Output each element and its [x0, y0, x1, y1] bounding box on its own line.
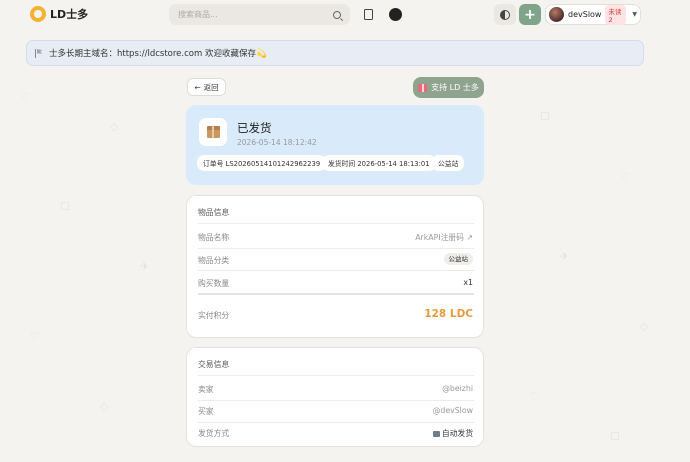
trade-info-card: 交易信息 卖家 @beizhi 买家 @devSlow 发货方式 自动发货: [186, 347, 484, 447]
order-number-chip: 订单号 LS20260514101242962239: [197, 155, 327, 171]
item-info-card: 物品信息 物品名称 ArkAPI注册码 ↗ 物品分类 公益站 购买数量 x1 实…: [186, 195, 484, 338]
arrow-left-icon: ←: [194, 82, 201, 92]
category-chip: 公益站: [432, 155, 465, 171]
support-label: 支持 LD 士多: [431, 83, 479, 92]
theme-toggle-button[interactable]: [494, 4, 516, 25]
divider: [198, 223, 474, 224]
status-time: 2026-05-14 18:12:42: [237, 138, 317, 147]
flag-icon: [35, 48, 44, 58]
seller-link[interactable]: @beizhi: [442, 384, 473, 393]
unread-badge: 未读 2: [605, 4, 627, 25]
plus-icon: +: [524, 6, 536, 23]
search-input[interactable]: 搜索商品...: [169, 4, 350, 25]
divider: [198, 270, 474, 271]
robot-icon: [432, 430, 440, 437]
github-button[interactable]: [384, 4, 406, 25]
docs-button[interactable]: [357, 4, 379, 25]
status-title: 已发货: [237, 121, 272, 135]
document-icon: [363, 9, 373, 20]
top-navigation: LD士多 搜索商品... + devSlow 未读 2 ▼: [0, 0, 690, 30]
divider: [198, 422, 474, 423]
banner-text: 士多长期主域名：https://ldcstore.com 欢迎收藏保存💫: [49, 49, 267, 59]
package-icon: [206, 126, 220, 138]
item-category-value: 公益站: [443, 253, 473, 265]
add-button[interactable]: +: [519, 4, 541, 25]
quantity-value: x1: [463, 278, 473, 287]
divider: [198, 400, 474, 401]
paid-points-value: 128 LDC: [424, 308, 473, 320]
back-button[interactable]: ← 返回: [187, 78, 226, 96]
brand-name: LD士多: [50, 8, 89, 21]
trade-info-title: 交易信息: [198, 360, 230, 369]
user-name: devSlow: [568, 10, 602, 19]
item-name-label: 物品名称: [198, 233, 230, 242]
announcement-banner: 士多长期主域名：https://ldcstore.com 欢迎收藏保存💫: [26, 40, 644, 66]
user-menu[interactable]: devSlow 未读 2 ▼: [545, 4, 641, 25]
brand-logo-icon: [30, 6, 46, 22]
item-info-title: 物品信息: [198, 208, 230, 217]
gift-icon: [418, 83, 428, 92]
order-status-card: 已发货 2026-05-14 18:12:42: [186, 105, 484, 185]
delivery-method-label: 发货方式: [198, 429, 230, 438]
theme-icon: [500, 9, 510, 20]
support-button[interactable]: 支持 LD 士多: [413, 77, 484, 98]
item-category-label: 物品分类: [198, 256, 230, 265]
divider: [198, 248, 474, 249]
delivery-method-value: 自动发货: [432, 428, 473, 439]
paid-points-label: 实付积分: [198, 311, 230, 320]
github-icon: [388, 8, 402, 21]
seller-label: 卖家: [198, 385, 214, 394]
divider: [198, 293, 474, 295]
ship-time-chip: 发货时间 2026-05-14 18:13:01: [322, 155, 436, 171]
quantity-label: 购买数量: [198, 279, 230, 288]
item-name-link[interactable]: ArkAPI注册码 ↗: [415, 232, 473, 243]
divider: [198, 375, 474, 376]
category-tag: 公益站: [443, 253, 473, 265]
delivery-method-text: 自动发货: [441, 429, 473, 438]
back-label: 返回: [203, 82, 219, 92]
package-icon-box: [199, 118, 227, 146]
avatar: [549, 7, 564, 22]
buyer-label: 买家: [198, 407, 214, 416]
brand[interactable]: LD士多: [30, 6, 88, 22]
chevron-down-icon: ▼: [632, 11, 637, 18]
search-icon[interactable]: [333, 10, 341, 19]
buyer-link[interactable]: @devSlow: [433, 406, 473, 415]
search-placeholder: 搜索商品...: [178, 10, 218, 19]
